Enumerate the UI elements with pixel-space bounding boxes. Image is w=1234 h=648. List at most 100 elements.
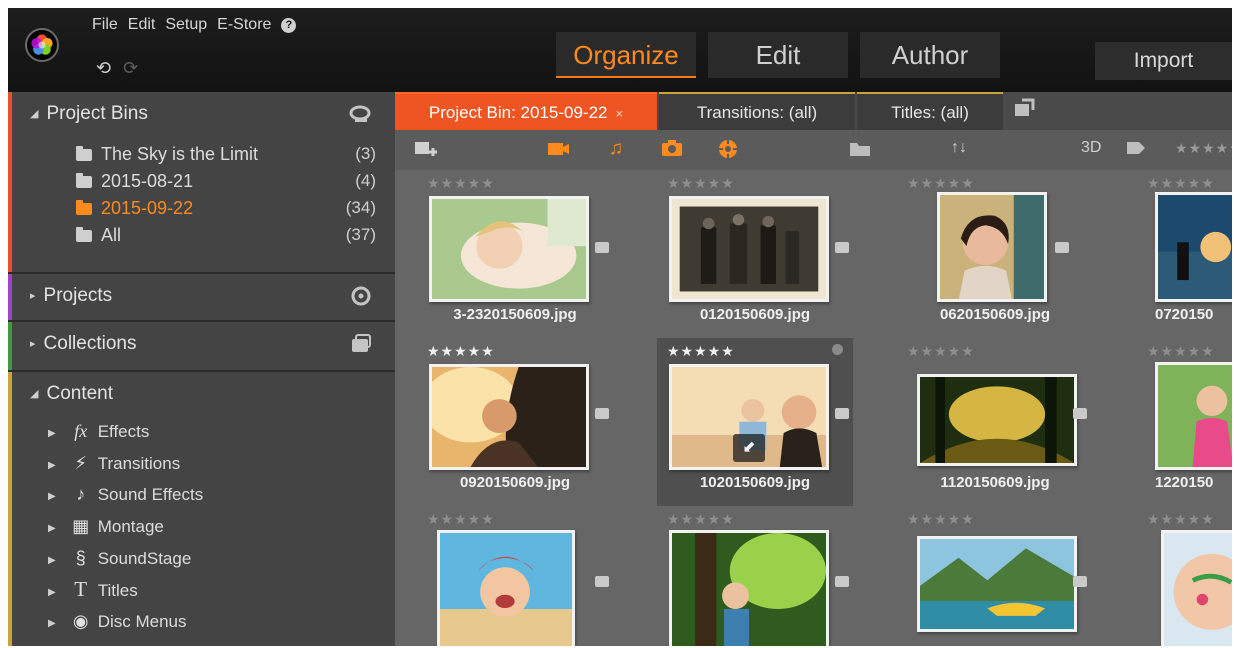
folder-icon[interactable]	[835, 242, 849, 253]
expand-triangle-icon: ▶	[48, 555, 56, 566]
section-title: Project Bins	[46, 103, 148, 124]
library-browser: Project Bin: 2015-09-22 × Transitions: (a…	[395, 92, 1232, 646]
folder-icon[interactable]	[835, 408, 849, 419]
tag-filter-icon[interactable]	[1121, 138, 1151, 162]
expand-stack-icon[interactable]: ⬋	[733, 434, 765, 462]
rating-stars[interactable]: ★★★★★	[1147, 343, 1215, 360]
sort-icon[interactable]: ↑↓	[951, 139, 967, 157]
bin-item-all[interactable]: All (37)	[76, 225, 376, 251]
video-filter-icon[interactable]	[543, 138, 573, 162]
import-button[interactable]: Import	[1095, 42, 1232, 80]
media-thumbnail[interactable]: ★★★★★	[657, 506, 853, 646]
media-thumbnail[interactable]: ★★★★★ 0920150609.jpg	[417, 338, 613, 506]
rating-stars[interactable]: ★★★★★	[667, 175, 735, 192]
collection-search-icon[interactable]	[349, 334, 373, 354]
folder-view-icon[interactable]	[845, 138, 875, 162]
folder-icon[interactable]	[595, 242, 609, 253]
menu-file[interactable]: File	[92, 16, 118, 34]
bin-search-icon[interactable]	[349, 104, 373, 124]
content-item-montage[interactable]: ▶ ▦ Montage	[48, 512, 164, 540]
section-header-content[interactable]: ◢ Content	[30, 372, 113, 416]
media-thumbnail[interactable]: ★★★★★ 0720150	[1137, 170, 1232, 338]
media-thumbnail[interactable]: ★★★★★ 3-2320150609.jpg	[417, 170, 613, 338]
media-thumbnail[interactable]: ★★★★★	[417, 506, 613, 646]
rating-filter[interactable]: ★★★★★	[1175, 140, 1232, 157]
folder-icon[interactable]	[835, 576, 849, 587]
expand-triangle-icon: ▸	[30, 338, 36, 350]
content-label: Transitions	[97, 454, 181, 473]
folder-icon[interactable]	[1073, 576, 1087, 587]
rating-stars[interactable]: ★★★★★	[667, 343, 735, 360]
content-item-soundstage[interactable]: ▶ § SoundStage	[48, 544, 191, 572]
rating-stars[interactable]: ★★★★★	[427, 175, 495, 192]
section-header-collections[interactable]: ▸ Collections	[30, 322, 136, 366]
media-thumbnail[interactable]: ★★★★★	[897, 506, 1093, 646]
add-tab-icon[interactable]	[1007, 98, 1041, 124]
bin-item-2015-09-22[interactable]: 2015-09-22 (34)	[76, 198, 376, 224]
bin-count: (34)	[345, 198, 376, 217]
mode-tab-author[interactable]: Author	[860, 32, 1000, 78]
top-bar: File Edit Setup E-Store ? ⟲ ⟳ Organize E…	[8, 8, 1232, 92]
content-item-disc-menus[interactable]: ▶ ◉ Disc Menus	[48, 607, 187, 635]
app-logo[interactable]	[25, 28, 59, 62]
tab-titles[interactable]: Titles: (all)	[857, 92, 1003, 130]
bin-item-2015-08-21[interactable]: 2015-08-21 (4)	[76, 171, 376, 197]
rating-stars[interactable]: ★★★★★	[907, 511, 975, 528]
effects-icon: fx	[74, 421, 88, 441]
folder-icon[interactable]	[595, 576, 609, 587]
menu-estore[interactable]: E-Store	[217, 16, 271, 34]
rating-stars[interactable]: ★★★★★	[427, 343, 495, 360]
project-filter-icon[interactable]	[713, 138, 743, 162]
menu-bar: File Edit Setup E-Store ?	[92, 16, 297, 34]
section-header-projects[interactable]: ▸ Projects	[30, 274, 112, 318]
close-icon[interactable]: ×	[616, 106, 624, 121]
3d-toggle[interactable]: 3D	[1081, 139, 1101, 157]
mode-tab-organize[interactable]: Organize	[556, 32, 696, 78]
thumbnail-image	[1155, 362, 1232, 470]
content-item-effects[interactable]: ▶ fx Effects	[48, 417, 149, 445]
media-thumbnail[interactable]: ★★★★★	[1137, 506, 1232, 646]
content-label: Effects	[97, 422, 150, 441]
media-thumbnail[interactable]: ★★★★★ 1220150	[1137, 338, 1232, 506]
library-tab-bar: Project Bin: 2015-09-22 × Transitions: (a…	[395, 92, 1232, 130]
section-project-bins: ◢ Project Bins The Sky is the Limit (3) 2…	[8, 92, 395, 274]
menu-edit[interactable]: Edit	[128, 16, 156, 34]
thumbnail-image	[437, 530, 575, 646]
photo-filter-icon[interactable]	[657, 138, 687, 162]
rating-stars[interactable]: ★★★★★	[427, 511, 495, 528]
content-item-titles[interactable]: ▶ T Titles	[48, 575, 138, 603]
folder-icon[interactable]	[1073, 408, 1087, 419]
tab-transitions[interactable]: Transitions: (all)	[659, 92, 855, 130]
media-thumbnail[interactable]: ★★★★★ 1120150609.jpg	[897, 338, 1093, 506]
folder-icon[interactable]	[1055, 242, 1069, 253]
tab-project-bin[interactable]: Project Bin: 2015-09-22 ×	[395, 92, 657, 130]
section-projects: ▸ Projects	[8, 274, 395, 322]
project-search-icon[interactable]	[349, 286, 373, 306]
rating-stars[interactable]: ★★★★★	[907, 175, 975, 192]
section-title: Content	[46, 383, 114, 404]
rating-stars[interactable]: ★★★★★	[907, 343, 975, 360]
section-title: Projects	[43, 285, 113, 306]
undo-icon[interactable]: ⟲	[96, 58, 111, 79]
rating-stars[interactable]: ★★★★★	[667, 511, 735, 528]
bin-item-sky-limit[interactable]: The Sky is the Limit (3)	[76, 144, 376, 170]
help-icon[interactable]: ?	[281, 18, 297, 33]
rating-stars[interactable]: ★★★★★	[1147, 175, 1215, 192]
folder-icon[interactable]	[595, 408, 609, 419]
bin-label: 2015-09-22	[101, 198, 194, 218]
info-icon[interactable]	[832, 344, 843, 355]
sound-note-icon: ♪	[76, 484, 86, 504]
audio-filter-icon[interactable]: ♫	[601, 138, 631, 162]
file-name: 1020150609.jpg	[699, 474, 811, 491]
content-item-transitions[interactable]: ▶ ⚡ Transitions	[48, 449, 180, 477]
media-thumbnail-selected[interactable]: ★★★★★ ⬋ 1020150609.jpg	[657, 338, 853, 506]
media-thumbnail[interactable]: ★★★★★ 0120150609.jpg	[657, 170, 853, 338]
mode-tab-edit[interactable]: Edit	[708, 32, 848, 78]
media-thumbnail[interactable]: ★★★★★ 0620150609.jpg	[897, 170, 1093, 338]
content-item-sound-effects[interactable]: ▶ ♪ Sound Effects	[48, 480, 203, 508]
redo-icon[interactable]: ⟳	[123, 58, 138, 79]
menu-setup[interactable]: Setup	[165, 16, 207, 34]
rating-stars[interactable]: ★★★★★	[1147, 511, 1215, 528]
import-media-icon[interactable]	[411, 138, 441, 162]
section-header-project-bins[interactable]: ◢ Project Bins	[30, 92, 148, 136]
